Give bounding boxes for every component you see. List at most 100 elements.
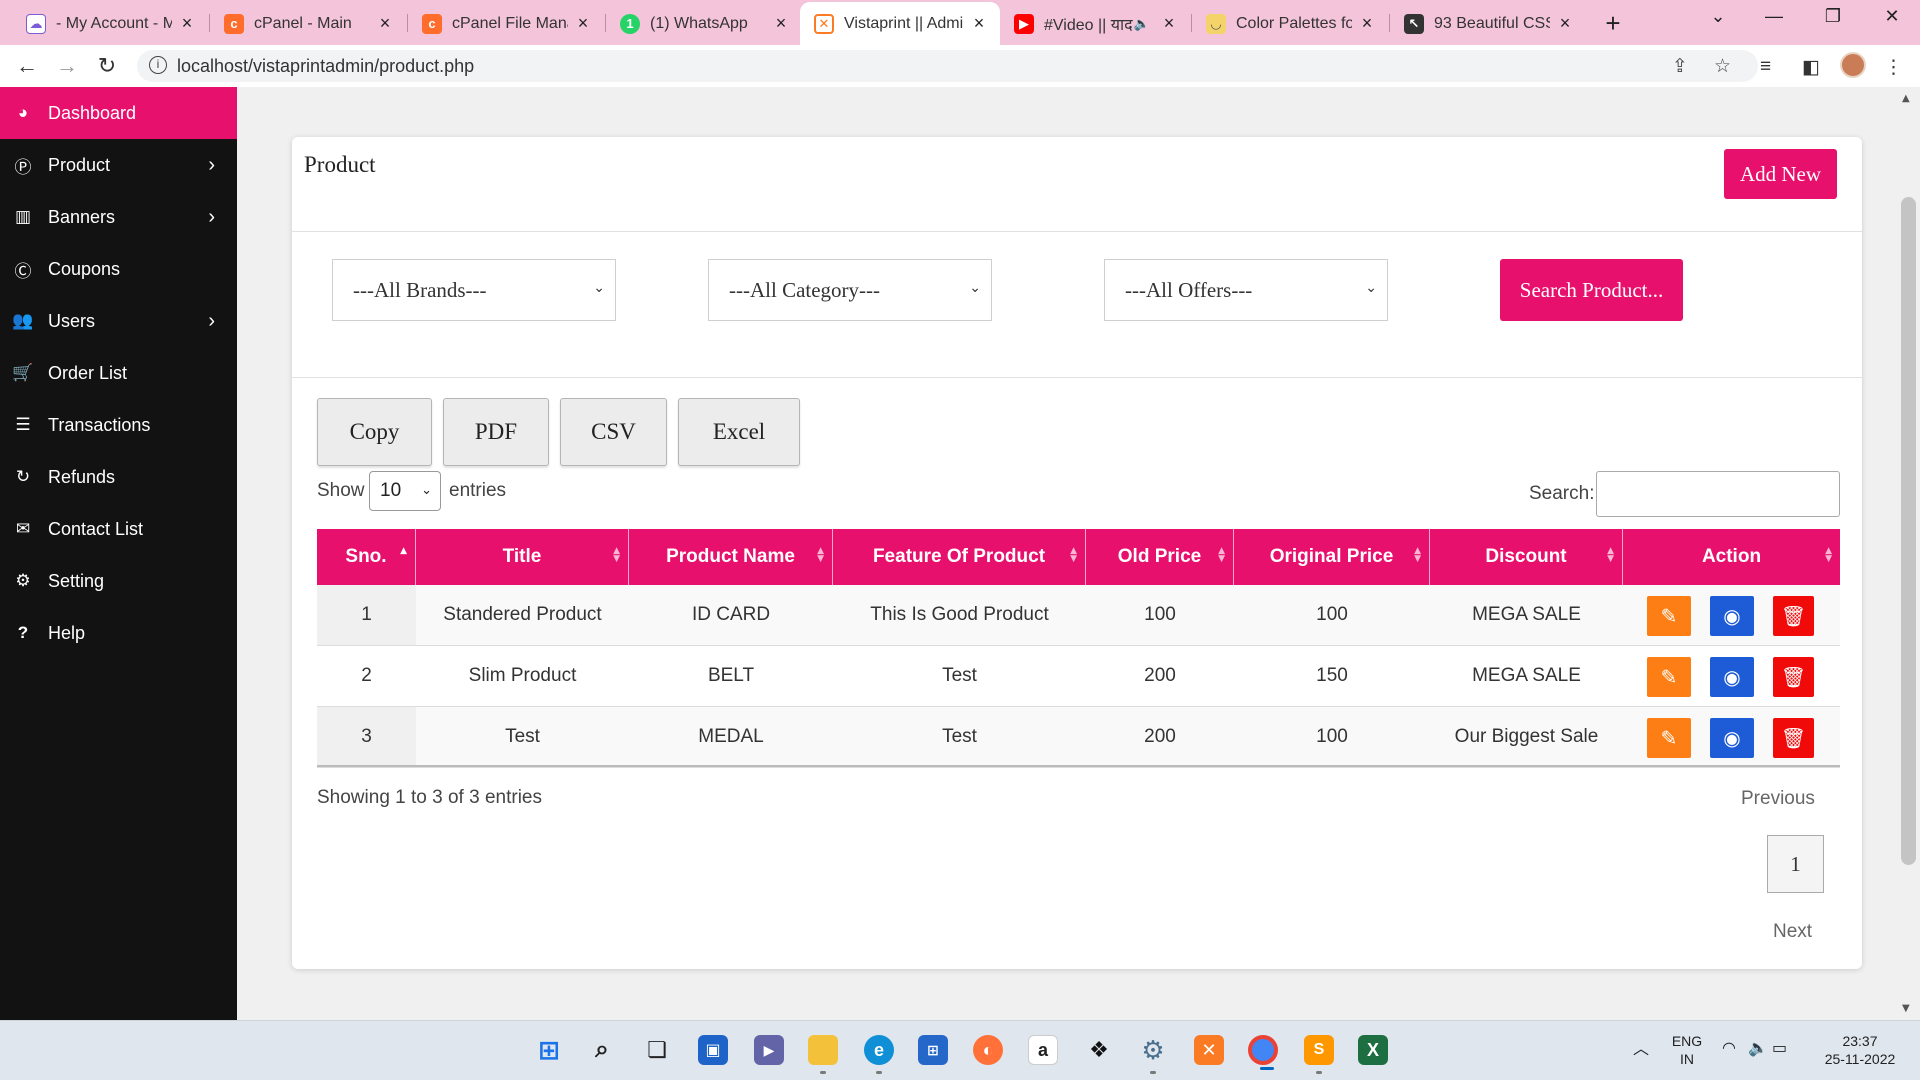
column-header-sno[interactable]: Sno. ▲ <box>317 529 416 585</box>
copy-button[interactable]: Copy <box>317 398 432 466</box>
search-icon[interactable]: ⌕ <box>587 1035 617 1065</box>
scrollbar-thumb[interactable] <box>1901 197 1916 865</box>
address-bar[interactable]: i localhost/vistaprintadmin/product.php … <box>137 50 1758 82</box>
sidebar-item-setting[interactable]: ⚙ Setting <box>0 555 237 607</box>
sublime-icon[interactable]: S <box>1304 1035 1334 1074</box>
xampp-icon[interactable]: ✕ <box>1194 1035 1224 1065</box>
sidebar-item-contact-list[interactable]: ✉ Contact List <box>0 503 237 555</box>
profile-avatar[interactable] <box>1840 52 1866 78</box>
column-header-old-price[interactable]: Old Price ▲ ▼ <box>1086 529 1234 585</box>
csv-button[interactable]: CSV <box>560 398 667 466</box>
pdf-button[interactable]: PDF <box>443 398 549 466</box>
close-window-button[interactable]: ✕ <box>1874 6 1910 27</box>
task-view-icon[interactable]: ❏ <box>642 1035 672 1065</box>
close-tab-icon[interactable]: × <box>376 13 394 34</box>
widgets-icon[interactable]: ▣ <box>698 1035 728 1065</box>
close-tab-icon[interactable]: × <box>970 13 988 34</box>
menu-icon[interactable]: ⋮ <box>1884 56 1903 79</box>
entries-select[interactable]: 10 ⌄ <box>369 471 441 511</box>
settings-icon[interactable]: ⚙ <box>1138 1035 1168 1074</box>
search-input[interactable] <box>1596 471 1840 517</box>
view-button[interactable]: ◉ <box>1710 657 1754 697</box>
scroll-down-icon[interactable]: ▼ <box>1902 1003 1910 1014</box>
battery-icon[interactable]: ▭ <box>1772 1040 1787 1058</box>
page-scrollbar[interactable]: ▲ ▼ <box>1897 87 1920 1020</box>
wifi-icon[interactable]: ◠ <box>1722 1040 1736 1058</box>
clock[interactable]: 23:37 25-11-2022 <box>1818 1032 1902 1068</box>
bookmark-star-icon[interactable]: ☆ <box>1714 55 1731 78</box>
close-tab-icon[interactable]: × <box>574 13 592 34</box>
view-button[interactable]: ◉ <box>1710 596 1754 636</box>
category-select[interactable]: ---All Category--- ⌄ <box>708 259 992 321</box>
column-header-discount[interactable]: Discount ▲ ▼ <box>1430 529 1623 585</box>
next-page-button[interactable]: Next <box>1773 921 1812 943</box>
show-hidden-icons-icon[interactable]: ︿ <box>1633 1041 1649 1059</box>
tab-search-icon[interactable]: ⌄ <box>1700 6 1736 27</box>
close-tab-icon[interactable]: × <box>1358 13 1376 34</box>
reload-icon[interactable]: ↻ <box>92 51 122 81</box>
browser-tab-youtube-video[interactable]: ▶ #Video || याद 🔈 × <box>1000 2 1190 45</box>
sidebar-item-order-list[interactable]: 🛒 Order List <box>0 347 237 399</box>
edit-button[interactable]: ✎ <box>1647 718 1691 758</box>
edit-button[interactable]: ✎ <box>1647 596 1691 636</box>
file-explorer-icon[interactable] <box>808 1035 838 1074</box>
browser-tab-cpanel-file-manager[interactable]: c cPanel File Manag × <box>408 2 604 45</box>
volume-icon[interactable]: 🔈 <box>1748 1040 1768 1058</box>
column-header-original-price[interactable]: Original Price ▲ ▼ <box>1234 529 1430 585</box>
browser-tab-my-account[interactable]: ☁ - My Account - M × <box>12 2 208 45</box>
offers-select[interactable]: ---All Offers--- ⌄ <box>1104 259 1388 321</box>
side-panel-icon[interactable]: ◧ <box>1802 56 1820 79</box>
chrome-icon[interactable] <box>1248 1035 1278 1070</box>
column-header-product-name[interactable]: Product Name ▲ ▼ <box>629 529 833 585</box>
close-tab-icon[interactable]: × <box>1556 13 1574 34</box>
column-header-title[interactable]: Title ▲ ▼ <box>416 529 629 585</box>
browser-tab-cpanel-main[interactable]: c cPanel - Main × <box>210 2 406 45</box>
close-tab-icon[interactable]: × <box>772 13 790 34</box>
delete-button[interactable]: 🗑 <box>1773 657 1814 697</box>
back-icon[interactable]: ← <box>12 51 42 81</box>
firefox-icon[interactable]: ◐ <box>973 1035 1003 1065</box>
dropbox-icon[interactable]: ❖ <box>1084 1035 1114 1065</box>
sidebar-item-dashboard[interactable]: ◕ Dashboard <box>0 87 237 139</box>
close-tab-icon[interactable]: × <box>1160 13 1178 34</box>
sidebar-item-users[interactable]: 👥 Users › <box>0 295 237 347</box>
edge-icon[interactable]: e <box>864 1035 894 1074</box>
browser-tab-color-palettes[interactable]: ◡ Color Palettes for × <box>1192 2 1388 45</box>
forward-icon[interactable]: → <box>52 51 82 81</box>
sidebar-item-coupons[interactable]: Ⓒ Coupons <box>0 243 237 295</box>
excel-icon[interactable]: X <box>1358 1035 1388 1065</box>
add-new-button[interactable]: Add New <box>1724 149 1837 199</box>
search-product-button[interactable]: Search Product... <box>1500 259 1683 321</box>
browser-tab-vistaprint-admin[interactable]: ✕ Vistaprint || Admi × <box>800 2 1000 45</box>
column-header-action[interactable]: Action ▲ ▼ <box>1623 529 1840 585</box>
speaker-icon[interactable]: 🔈 <box>1134 16 1150 32</box>
sidebar-item-refunds[interactable]: ↻ Refunds <box>0 451 237 503</box>
previous-page-button[interactable]: Previous <box>1741 788 1815 810</box>
browser-tab-whatsapp[interactable]: 1 (1) WhatsApp × <box>606 2 802 45</box>
store-icon[interactable]: ⊞ <box>918 1035 948 1065</box>
sidebar-item-product[interactable]: Ⓟ Product › <box>0 139 237 191</box>
page-1-button[interactable]: 1 <box>1767 835 1824 893</box>
view-button[interactable]: ◉ <box>1710 718 1754 758</box>
windows-start-icon[interactable]: ⊞ <box>534 1035 564 1065</box>
browser-tab-css-buttons[interactable]: ↖ 93 Beautiful CSS × <box>1390 2 1586 45</box>
scroll-up-icon[interactable]: ▲ <box>1902 93 1910 104</box>
maximize-button[interactable]: ❐ <box>1815 6 1851 27</box>
new-tab-button[interactable]: + <box>1598 8 1628 39</box>
close-tab-icon[interactable]: × <box>178 13 196 34</box>
sidebar-item-help[interactable]: ? Help <box>0 607 237 659</box>
sidebar-item-transactions[interactable]: ☰ Transactions <box>0 399 237 451</box>
amazon-icon[interactable]: a <box>1028 1035 1058 1065</box>
share-icon[interactable]: ⇪ <box>1672 55 1688 78</box>
edit-button[interactable]: ✎ <box>1647 657 1691 697</box>
language-indicator[interactable]: ENG IN <box>1668 1032 1706 1068</box>
teams-chat-icon[interactable]: ▶ <box>754 1035 784 1065</box>
delete-button[interactable]: 🗑 <box>1773 718 1814 758</box>
url-text[interactable]: localhost/vistaprintadmin/product.php <box>177 56 474 77</box>
reading-list-icon[interactable]: ≡ <box>1760 56 1771 78</box>
brands-select[interactable]: ---All Brands--- ⌄ <box>332 259 616 321</box>
excel-button[interactable]: Excel <box>678 398 800 466</box>
delete-button[interactable]: 🗑 <box>1773 596 1814 636</box>
site-info-icon[interactable]: i <box>149 56 167 74</box>
minimize-button[interactable]: — <box>1756 6 1792 27</box>
